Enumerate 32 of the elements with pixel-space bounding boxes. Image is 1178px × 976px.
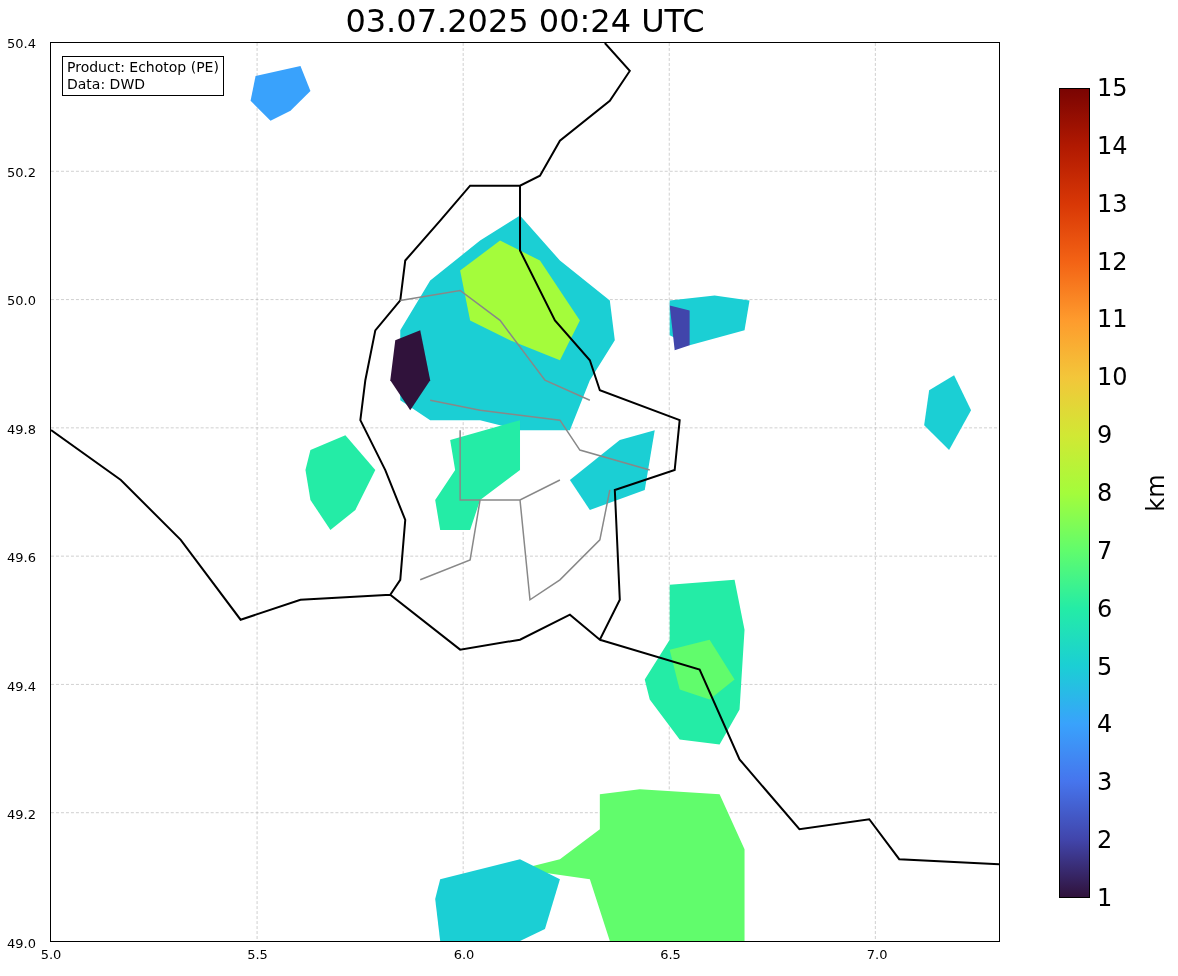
y-tick-label: 49.8 [7, 421, 36, 437]
colorbar-tick-label: 14 [1097, 131, 1128, 160]
colorbar-tick-label: 12 [1097, 247, 1128, 276]
colorbar-tick-label: 10 [1097, 363, 1128, 392]
colorbar-tick-label: 5 [1097, 652, 1113, 681]
y-tick-label: 49.2 [7, 806, 36, 822]
colorbar-label: km [1141, 474, 1170, 512]
x-tick-label: 5.5 [247, 947, 268, 962]
colorbar-tick-label: 7 [1097, 536, 1113, 565]
colorbar-tick-label: 6 [1097, 594, 1113, 623]
x-tick-label: 5.0 [40, 947, 62, 962]
y-tick-label: 50.2 [7, 164, 36, 180]
colorbar-tick-label: 11 [1097, 305, 1128, 334]
colorbar-tick-label: 3 [1097, 768, 1113, 797]
x-tick-label: 6.5 [660, 947, 681, 962]
colorbar-tick-label: 9 [1097, 421, 1113, 450]
y-tick-label: 49.6 [7, 549, 36, 565]
y-tick-label: 50.4 [7, 35, 36, 51]
y-tick-label: 49.0 [7, 935, 36, 951]
info-text: Product: Echotop (PE) [67, 59, 219, 76]
colorbar-tick-label: 2 [1097, 826, 1113, 855]
colorbar-tick-label: 4 [1097, 710, 1113, 739]
chart-title: 03.07.2025 00:24 UTC [345, 1, 705, 42]
colorbar-tick-label: 8 [1097, 479, 1113, 507]
x-tick-label: 6.0 [453, 947, 475, 962]
colorbar-tick-label: 1 [1097, 884, 1113, 912]
x-tick-label: 7.0 [866, 947, 888, 962]
info-text: Data: DWD [67, 76, 146, 93]
y-tick-label: 50.0 [7, 292, 36, 308]
y-tick-label: 49.4 [7, 678, 36, 694]
colorbar-tick-label: 13 [1097, 189, 1128, 218]
colorbar-tick-label: 15 [1097, 74, 1128, 102]
